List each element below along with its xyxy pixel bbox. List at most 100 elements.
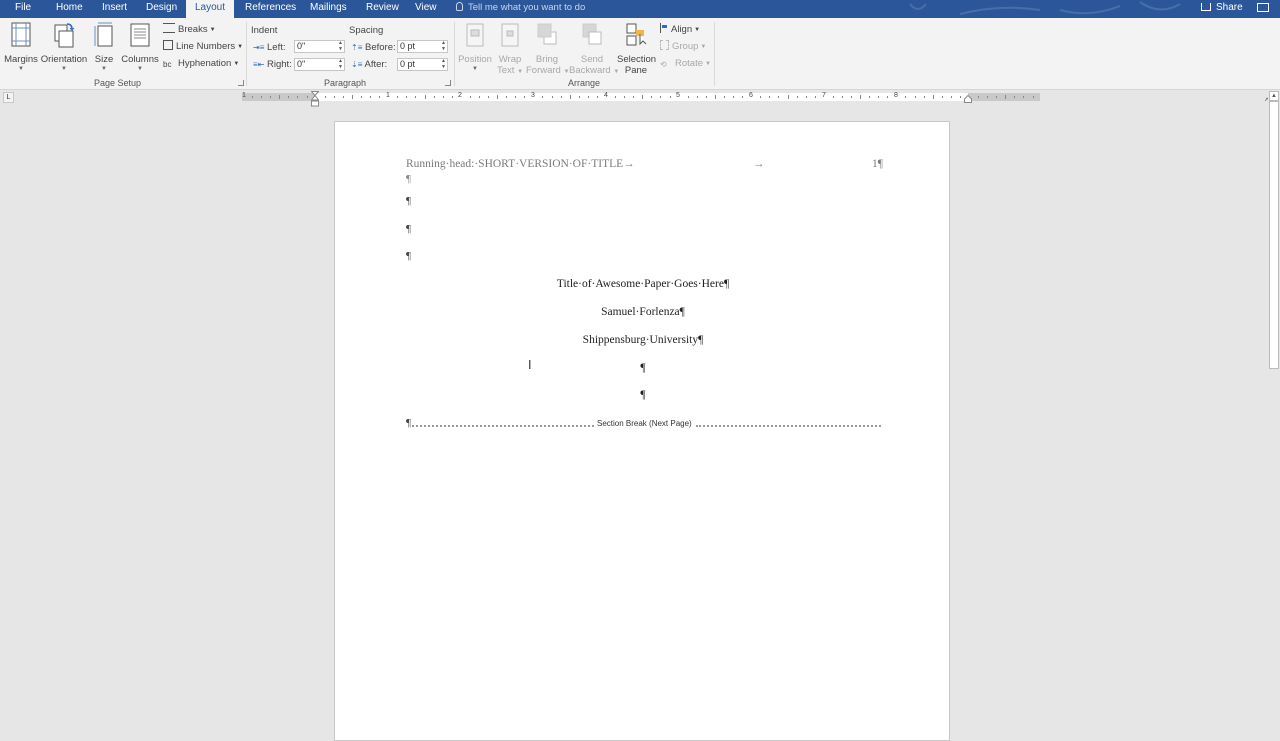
ruler-number: 5 bbox=[676, 92, 680, 99]
institution[interactable]: Shippensburg·University¶ bbox=[335, 334, 951, 346]
ruler-tick bbox=[333, 96, 335, 98]
ruler-number: 6 bbox=[749, 92, 753, 99]
background-decoration bbox=[909, 1, 1181, 15]
ruler-tick bbox=[551, 96, 553, 98]
ruler-tick bbox=[905, 96, 907, 98]
spinner-icon[interactable]: ▲ ▼ bbox=[338, 40, 343, 52]
bring-forward-button[interactable]: Bring Forward ▼ bbox=[526, 22, 570, 78]
pilcrow: ¶ bbox=[406, 250, 411, 262]
breaks-button[interactable]: Breaks ▼ bbox=[163, 22, 216, 37]
pilcrow: ¶ bbox=[406, 223, 411, 235]
ruler-tick bbox=[560, 96, 562, 98]
scroll-up-icon[interactable]: ▲ bbox=[1269, 91, 1279, 101]
rotate-label: Rotate bbox=[675, 58, 703, 69]
chevron-down-icon: ▼ bbox=[137, 66, 143, 72]
spinner-icon[interactable]: ▲ ▼ bbox=[338, 58, 343, 70]
spacing-after-label: ⇣≡ After: bbox=[351, 59, 387, 70]
group-label: Group bbox=[672, 41, 699, 52]
ruler-tick bbox=[651, 96, 653, 98]
ruler-tick bbox=[987, 96, 989, 98]
spinner-icon[interactable]: ▲ ▼ bbox=[441, 40, 446, 52]
ruler-tick bbox=[624, 96, 626, 98]
tab-selector[interactable]: L bbox=[3, 92, 14, 103]
position-button[interactable]: Position ▼ bbox=[457, 22, 493, 73]
ruler-tick bbox=[433, 96, 435, 98]
tab-view[interactable]: View bbox=[415, 0, 437, 18]
ruler-tick bbox=[660, 96, 662, 98]
tab-home[interactable]: Home bbox=[56, 0, 83, 18]
author-name[interactable]: Samuel·Forlenza¶ bbox=[335, 306, 951, 318]
ruler-tick bbox=[978, 96, 980, 98]
selection-pane-button[interactable]: Selection Pane bbox=[617, 22, 656, 76]
indent-left-input[interactable]: 0" ▲ ▼ bbox=[294, 40, 345, 53]
tab-mailings[interactable]: Mailings bbox=[310, 0, 347, 18]
tell-me-text: Tell me what you want to do bbox=[468, 2, 586, 13]
chevron-down-icon: ▼ bbox=[700, 44, 707, 50]
tab-review[interactable]: Review bbox=[366, 0, 399, 18]
ruler-tick bbox=[805, 96, 807, 98]
spacing-before-label: ⇡≡ Before: bbox=[351, 42, 396, 53]
group-button[interactable]: Group ▼ bbox=[660, 39, 706, 54]
indent-right-input[interactable]: 0" ▲ ▼ bbox=[294, 58, 345, 71]
line-numbers-button[interactable]: Line Numbers ▼ bbox=[163, 39, 243, 54]
hyphenation-button[interactable]: bc Hyphenation ▼ bbox=[163, 56, 239, 71]
spacing-after-text: After: bbox=[364, 59, 388, 70]
indent-marker[interactable] bbox=[311, 91, 319, 107]
orientation-button[interactable]: Orientation ▼ bbox=[40, 22, 88, 73]
tell-me-box[interactable]: Tell me what you want to do bbox=[456, 0, 585, 16]
ruler-number: 3 bbox=[531, 92, 535, 99]
rotate-button[interactable]: ⟲ Rotate ▼ bbox=[660, 56, 711, 71]
ruler-tick bbox=[478, 96, 480, 98]
breaks-label: Breaks bbox=[178, 24, 208, 35]
group-icon bbox=[660, 40, 669, 50]
margins-label: Margins bbox=[4, 54, 38, 65]
ruler-number: 1 bbox=[386, 92, 390, 99]
tab-references[interactable]: References bbox=[245, 0, 296, 18]
chevron-down-icon: ▼ bbox=[101, 66, 107, 72]
indent-right-icon: ≡⇤ bbox=[253, 60, 265, 69]
ruler-tick bbox=[869, 96, 871, 98]
share-button[interactable]: Share bbox=[1201, 0, 1243, 16]
ruler-tick bbox=[542, 96, 544, 98]
running-head[interactable]: Running·head:·SHORT·VERSION·OF·TITLE→ → … bbox=[406, 158, 886, 170]
breaks-icon bbox=[163, 23, 175, 33]
ruler-tick bbox=[252, 96, 254, 98]
document-page[interactable]: Running·head:·SHORT·VERSION·OF·TITLE→ → … bbox=[334, 121, 950, 741]
tab-design[interactable]: Design bbox=[146, 0, 177, 18]
lightbulb-icon bbox=[456, 2, 463, 11]
position-label: Position bbox=[458, 54, 492, 65]
spacing-before-input[interactable]: 0 pt ▲ ▼ bbox=[397, 40, 448, 53]
pilcrow: ¶ bbox=[640, 389, 646, 401]
ruler-tick bbox=[778, 96, 780, 98]
bring-forward-label: Bring Forward ▼ bbox=[526, 54, 570, 76]
scrollbar-thumb[interactable] bbox=[1269, 101, 1279, 369]
page-setup-group-label: Page Setup bbox=[93, 78, 142, 88]
columns-button[interactable]: Columns ▼ bbox=[120, 22, 160, 73]
indent-right-label: ≡⇤ Right: bbox=[253, 59, 292, 70]
vertical-scrollbar[interactable]: ▲ bbox=[1268, 91, 1280, 720]
paper-title[interactable]: Title·of·Awesome·Paper·Goes·Here¶ bbox=[335, 278, 951, 290]
wrap-text-icon bbox=[501, 23, 519, 47]
tab-layout[interactable]: Layout bbox=[186, 0, 235, 18]
wrap-text-button[interactable]: Wrap Text ▼ bbox=[496, 22, 524, 78]
right-indent-marker[interactable] bbox=[964, 95, 972, 103]
section-break-line bbox=[696, 425, 881, 427]
columns-icon bbox=[130, 23, 150, 47]
paragraph-dialog-launcher[interactable] bbox=[445, 80, 451, 86]
page-setup-dialog-launcher[interactable] bbox=[238, 80, 244, 86]
horizontal-ruler[interactable]: 1 1 2 3 4 5 6 7 8 bbox=[242, 92, 1040, 101]
tab-file[interactable]: File bbox=[15, 0, 31, 18]
send-backward-button[interactable]: Send Backward ▼ bbox=[569, 22, 619, 78]
ruler-tick bbox=[261, 96, 263, 98]
ruler-tick bbox=[669, 96, 671, 98]
indent-heading: Indent bbox=[251, 25, 278, 36]
tab-insert[interactable]: Insert bbox=[102, 0, 127, 18]
ruler-tick bbox=[596, 96, 598, 98]
size-button[interactable]: Size ▼ bbox=[93, 22, 115, 73]
spacing-after-input[interactable]: 0 pt ▲ ▼ bbox=[397, 58, 448, 71]
comments-icon[interactable] bbox=[1257, 3, 1269, 12]
spinner-icon[interactable]: ▲ ▼ bbox=[441, 58, 446, 70]
ruler-tick bbox=[351, 95, 353, 99]
margins-button[interactable]: Margins ▼ bbox=[4, 22, 38, 73]
align-button[interactable]: Align ▼ bbox=[660, 22, 700, 37]
